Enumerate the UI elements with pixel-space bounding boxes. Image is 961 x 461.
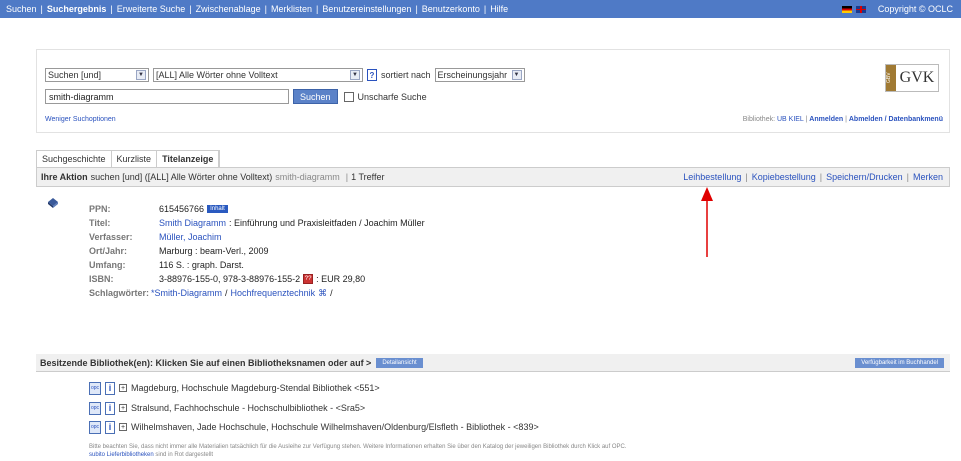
- availability-button[interactable]: Verfügbarkeit im Buchhandel: [855, 358, 944, 368]
- sort-label: sortiert nach: [381, 70, 431, 80]
- holding-name[interactable]: Magdeburg, Hochschule Magdeburg-Stendal …: [131, 383, 380, 393]
- expand-icon[interactable]: +: [119, 404, 127, 412]
- tab-titelanzeige[interactable]: Titelanzeige: [157, 151, 220, 167]
- top-nav-bar: Suchen | Suchergebnis | Erweiterte Suche | …: [0, 0, 961, 18]
- action-term: smith-diagramm: [275, 172, 340, 182]
- record-row-place: Ort/Jahr: Marburg : beam-Verl., 2009: [89, 246, 269, 256]
- view-tabs: Suchgeschichte Kurzliste Titelanzeige: [36, 150, 221, 167]
- holdings-heading: Besitzende Bibliothek(en): Klicken Sie a…: [40, 357, 372, 368]
- english-flag-icon[interactable]: [855, 5, 866, 13]
- fuzzy-search-checkbox[interactable]: [343, 91, 354, 102]
- record-row-ppn: PPN: 615456766 Inhalt: [89, 202, 425, 216]
- search-field-select[interactable]: [ALL] Alle Wörter ohne Volltext ▼: [153, 68, 363, 82]
- info-icon[interactable]: i: [105, 381, 115, 395]
- library-line: Bibliothek: UB KIEL | Anmelden | Abmelde…: [742, 116, 943, 123]
- record-row-extent: Umfang: 116 S. : graph. Darst.: [89, 260, 244, 270]
- holdings-note-2: subito Lieferbibliotheken sind in Rot da…: [89, 452, 214, 458]
- ppn-value: 615456766: [159, 204, 205, 214]
- info-icon[interactable]: i: [105, 420, 115, 434]
- extent-value: 116 S. : graph. Darst.: [159, 260, 244, 270]
- search-panel: Suchen [und] ▼ [ALL] Alle Wörter ohne Vo…: [36, 49, 950, 133]
- search-options-row: Suchen [und] ▼ [ALL] Alle Wörter ohne Vo…: [45, 68, 525, 82]
- library-name-link[interactable]: UB KIEL: [777, 116, 804, 123]
- price-value: : EUR 29,80: [316, 274, 366, 284]
- login-link[interactable]: Anmelden: [809, 116, 843, 123]
- action-bar: Ihre Aktion suchen [und] ([ALL] Alle Wör…: [36, 167, 950, 187]
- subject-search-icon[interactable]: ⌘: [318, 288, 327, 299]
- book-icon: [48, 198, 58, 208]
- expand-icon[interactable]: +: [119, 384, 127, 392]
- holdings-bar: Besitzende Bibliothek(en): Klicken Sie a…: [36, 354, 950, 372]
- holding-item: opc i + Wilhelmshaven, Jade Hochschule, …: [89, 419, 539, 435]
- gvk-logo: GBV GVK: [885, 64, 939, 92]
- copyright-text: Copyright © OCLC: [877, 4, 953, 14]
- price-icon[interactable]: ??: [303, 274, 314, 284]
- holding-item: opc i + Stralsund, Fachhochschule - Hoch…: [89, 400, 365, 416]
- subject-hochfrequenztechnik-link[interactable]: Hochfrequenztechnik: [231, 288, 316, 298]
- search-mode-select[interactable]: Suchen [und] ▼: [45, 68, 149, 82]
- action-label: Ihre Aktion: [41, 172, 88, 182]
- document-icon[interactable]: opc: [89, 381, 101, 395]
- holding-name[interactable]: Wilhelmshaven, Jade Hochschule, Hochschu…: [131, 422, 539, 432]
- author-link[interactable]: Müller, Joachim: [159, 232, 222, 242]
- search-query-row: Suchen Unscharfe Suche: [45, 89, 427, 104]
- nav-zwischenablage[interactable]: Zwischenablage: [196, 4, 261, 14]
- annotation-arrow-icon: [701, 187, 713, 257]
- chevron-down-icon: ▼: [136, 70, 146, 80]
- record-row-isbn: ISBN: 3-88976-155-0, 978-3-88976-155-2 ?…: [89, 274, 366, 284]
- nav-erweiterte-suche[interactable]: Erweiterte Suche: [117, 4, 186, 14]
- record-row-title: Titel: Smith Diagramm : Einführung und P…: [89, 218, 425, 228]
- info-icon[interactable]: i: [105, 401, 115, 415]
- german-flag-icon[interactable]: [841, 5, 852, 13]
- title-link[interactable]: Smith Diagramm: [159, 218, 226, 228]
- logo-strip: GBV: [886, 65, 896, 91]
- isbn-value: 3-88976-155-0, 978-3-88976-155-2: [159, 274, 301, 284]
- nav-merklisten[interactable]: Merklisten: [271, 4, 312, 14]
- logo-text: GVK: [899, 69, 935, 86]
- subject-smith-diagramm-link[interactable]: *Smith-Diagramm: [151, 288, 222, 298]
- speichern-drucken-link[interactable]: Speichern/Drucken: [826, 172, 903, 182]
- nav-suchergebnis[interactable]: Suchergebnis: [47, 4, 107, 14]
- holding-item: opc i + Magdeburg, Hochschule Magdeburg-…: [89, 380, 380, 396]
- action-hits: 1 Treffer: [351, 172, 385, 182]
- nav-benutzerkonto[interactable]: Benutzerkonto: [422, 4, 480, 14]
- topbar-right: Copyright © OCLC: [841, 0, 953, 18]
- document-icon[interactable]: opc: [89, 420, 101, 434]
- record-details: PPN: 615456766 Inhalt Titel: Smith Diagr…: [89, 202, 425, 300]
- leihbestellung-link[interactable]: Leihbestellung: [683, 172, 741, 182]
- nav-hilfe[interactable]: Hilfe: [490, 4, 508, 14]
- place-value: Marburg : beam-Verl., 2009: [159, 246, 269, 256]
- holdings-note: Bitte beachten Sie, dass nicht immer all…: [89, 444, 627, 450]
- kopiebestellung-link[interactable]: Kopiebestellung: [752, 172, 816, 182]
- record-row-subjects: Schlagwörter: *Smith-Diagramm / Hochfreq…: [89, 287, 333, 299]
- search-button[interactable]: Suchen: [293, 89, 338, 104]
- title-rest: : Einführung und Praxisleitfaden / Joach…: [229, 218, 425, 228]
- expand-icon[interactable]: +: [119, 423, 127, 431]
- logout-link[interactable]: Abmelden / Datenbankmenü: [849, 116, 943, 123]
- search-input[interactable]: [45, 89, 289, 104]
- tab-kurzliste[interactable]: Kurzliste: [111, 151, 158, 167]
- fuzzy-search-label: Unscharfe Suche: [357, 91, 427, 102]
- holding-name[interactable]: Stralsund, Fachhochschule - Hochschulbib…: [131, 403, 365, 413]
- sort-select[interactable]: Erscheinungsjahr ▼: [434, 68, 525, 82]
- subito-link[interactable]: subito Lieferbibliotheken: [89, 452, 154, 458]
- chevron-down-icon: ▼: [350, 70, 360, 80]
- merken-link[interactable]: Merken: [913, 172, 943, 182]
- less-options-link[interactable]: Weniger Suchoptionen: [45, 116, 116, 123]
- content-badge[interactable]: Inhalt: [207, 205, 228, 213]
- nav-benutzereinstellungen[interactable]: Benutzereinstellungen: [322, 4, 411, 14]
- record-row-author: Verfasser: Müller, Joachim: [89, 232, 222, 242]
- document-icon[interactable]: opc: [89, 401, 101, 415]
- action-links: Leihbestellung | Kopiebestellung | Speiche…: [683, 172, 943, 182]
- tab-suchgeschichte[interactable]: Suchgeschichte: [37, 151, 112, 167]
- nav-suchen[interactable]: Suchen: [6, 4, 37, 14]
- chevron-down-icon: ▼: [511, 70, 522, 80]
- detail-view-button[interactable]: Detailansicht: [376, 357, 423, 368]
- action-query: suchen [und] ([ALL] Alle Wörter ohne Vol…: [90, 172, 273, 182]
- help-icon[interactable]: ?: [367, 69, 377, 81]
